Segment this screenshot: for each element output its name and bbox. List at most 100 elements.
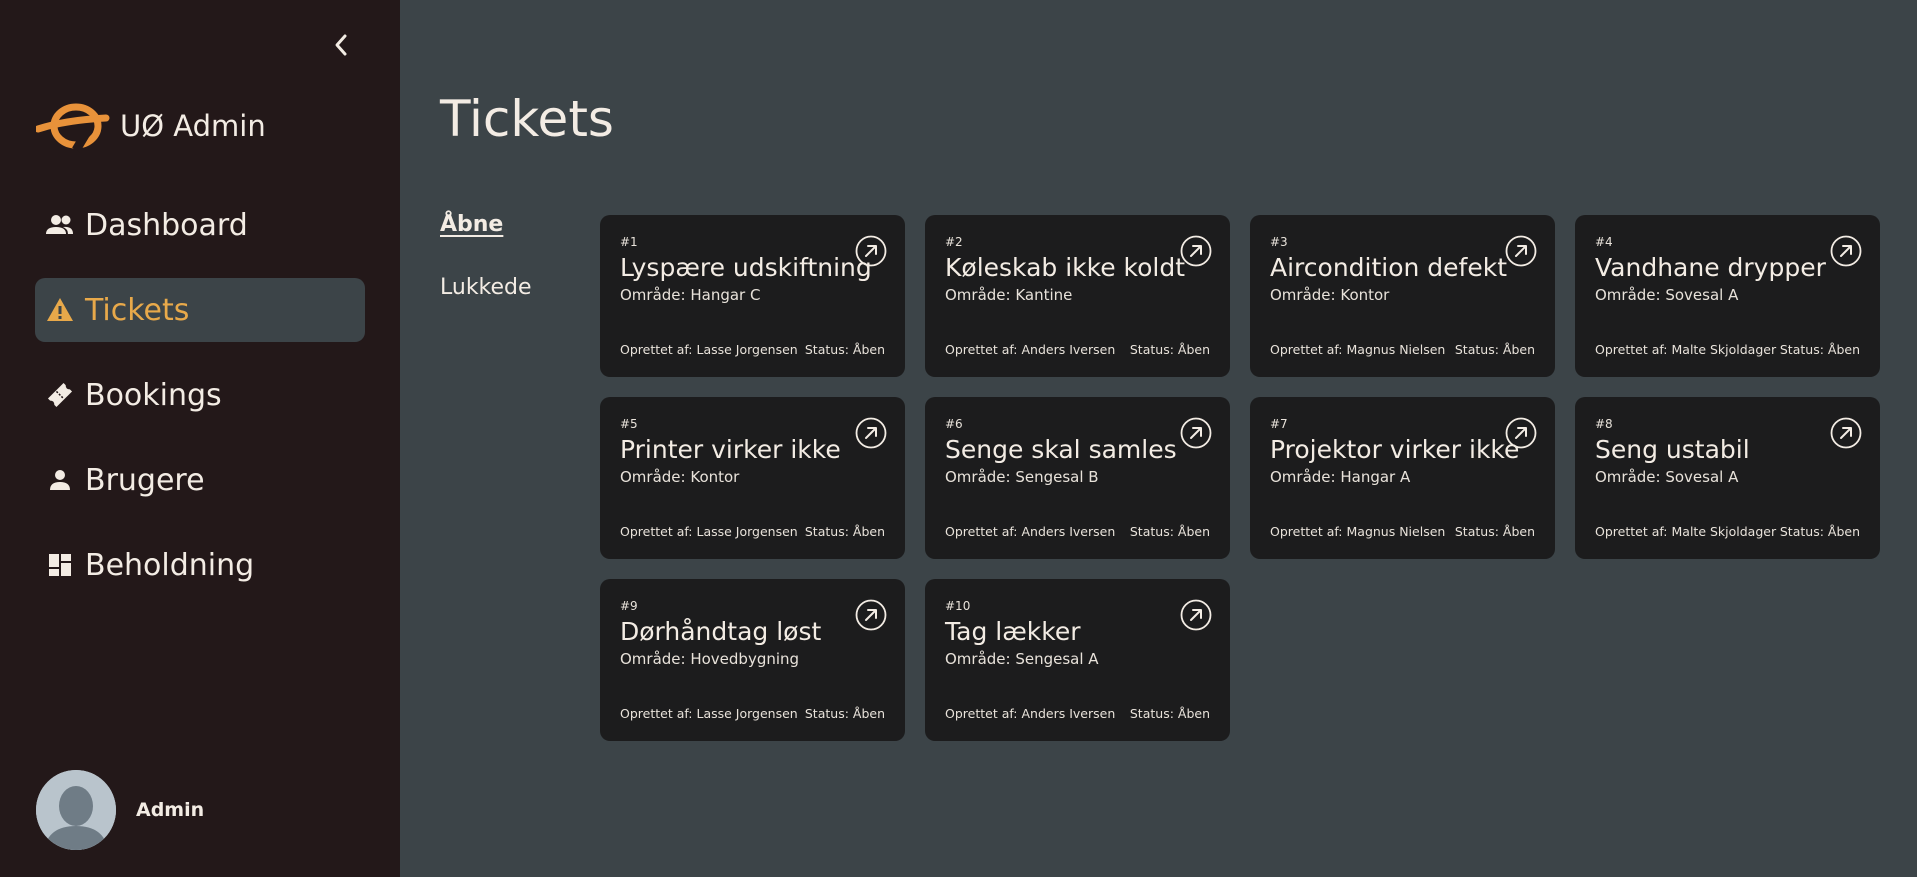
- ticket-creator: Oprettet af: Lasse Jorgensen: [620, 524, 798, 539]
- open-external-icon[interactable]: [1505, 235, 1537, 267]
- ticket-area: Område: Hovedbygning: [620, 650, 800, 668]
- ticket-title: Lyspære udskiftning: [620, 253, 872, 282]
- ticket-title: Seng ustabil: [1595, 435, 1750, 464]
- ticket-number: #7: [1270, 417, 1288, 431]
- open-external-icon[interactable]: [855, 417, 887, 449]
- ticket-meta: Oprettet af: Anders Iversen Status: Åben: [945, 524, 1210, 539]
- open-external-icon[interactable]: [1180, 599, 1212, 631]
- ticket-title: Køleskab ikke koldt: [945, 253, 1186, 282]
- ticket-meta: Oprettet af: Magnus Nielsen Status: Åben: [1270, 524, 1535, 539]
- ticket-creator: Oprettet af: Anders Iversen: [945, 706, 1116, 721]
- ticket-card[interactable]: #4 Vandhane drypper Område: Sovesal A Op…: [1575, 215, 1880, 377]
- ticket-area: Område: Hangar A: [1270, 468, 1411, 486]
- ticket-creator: Oprettet af: Malte Skjoldager: [1595, 524, 1777, 539]
- open-external-icon[interactable]: [855, 235, 887, 267]
- ticket-meta: Oprettet af: Malte Skjoldager Status: Åb…: [1595, 342, 1860, 357]
- ticket-meta: Oprettet af: Magnus Nielsen Status: Åben: [1270, 342, 1535, 357]
- sidebar-item-tickets[interactable]: Tickets: [35, 278, 365, 342]
- user-name: Admin: [136, 799, 205, 821]
- open-external-icon[interactable]: [1505, 417, 1537, 449]
- ticket-grid: #1 Lyspære udskiftning Område: Hangar C …: [600, 215, 1880, 741]
- sidebar-nav: Dashboard Tickets Bookings Brugere Behol…: [35, 208, 365, 618]
- ticket-meta: Oprettet af: Anders Iversen Status: Åben: [945, 342, 1210, 357]
- sidebar-item-label: Beholdning: [85, 547, 255, 583]
- ticket-status: Status: Åben: [1454, 342, 1535, 357]
- ticket-number: #2: [945, 235, 963, 249]
- ticket-creator: Oprettet af: Magnus Nielsen: [1270, 524, 1446, 539]
- ticket-area: Område: Sengesal B: [945, 468, 1099, 486]
- open-external-icon[interactable]: [1180, 417, 1212, 449]
- brand: UØ Admin: [36, 98, 266, 154]
- ticket-number: #10: [945, 599, 971, 613]
- ticket-area: Område: Kontor: [1270, 286, 1390, 304]
- collapse-sidebar-button[interactable]: [326, 30, 356, 60]
- ticket-creator: Oprettet af: Anders Iversen: [945, 342, 1116, 357]
- sidebar-item-label: Bookings: [85, 377, 222, 413]
- ticket-meta: Oprettet af: Lasse Jorgensen Status: Åbe…: [620, 524, 885, 539]
- ticket-card[interactable]: #7 Projektor virker ikke Område: Hangar …: [1250, 397, 1555, 559]
- open-external-icon[interactable]: [855, 599, 887, 631]
- app-root: UØ Admin Dashboard Tickets Bookings Brug…: [0, 0, 1917, 877]
- dashboard-grid-icon: [46, 551, 74, 579]
- ticket-area: Område: Sovesal A: [1595, 468, 1739, 486]
- ticket-area: Område: Sengesal A: [945, 650, 1099, 668]
- ticket-number: #4: [1595, 235, 1613, 249]
- ticket-creator: Oprettet af: Anders Iversen: [945, 524, 1116, 539]
- ticket-card[interactable]: #5 Printer virker ikke Område: Kontor Op…: [600, 397, 905, 559]
- ticket-title: Aircondition defekt: [1270, 253, 1508, 282]
- sidebar-item-label: Dashboard: [85, 207, 248, 243]
- ticket-creator: Oprettet af: Malte Skjoldager: [1595, 342, 1777, 357]
- ticket-card[interactable]: #2 Køleskab ikke koldt Område: Kantine O…: [925, 215, 1230, 377]
- sidebar-item-bookings[interactable]: Bookings: [35, 363, 365, 427]
- avatar: [36, 770, 116, 850]
- ticket-title: Projektor virker ikke: [1270, 435, 1520, 464]
- filter-open[interactable]: Åbne: [440, 212, 532, 237]
- ticket-area: Område: Hangar C: [620, 286, 761, 304]
- ticket-title: Vandhane drypper: [1595, 253, 1826, 282]
- user-profile[interactable]: Admin: [36, 770, 204, 850]
- ticket-status: Status: Åben: [1454, 524, 1535, 539]
- ticket-status: Status: Åben: [1129, 706, 1210, 721]
- ticket-meta: Oprettet af: Malte Skjoldager Status: Åb…: [1595, 524, 1860, 539]
- ticket-status: Status: Åben: [1779, 524, 1860, 539]
- sidebar-item-label: Tickets: [85, 292, 190, 328]
- logo-icon: [36, 103, 110, 153]
- ticket-icon: [46, 381, 74, 409]
- ticket-status: Status: Åben: [804, 706, 885, 721]
- ticket-area: Område: Sovesal A: [1595, 286, 1739, 304]
- ticket-card[interactable]: #3 Aircondition defekt Område: Kontor Op…: [1250, 215, 1555, 377]
- filter-closed[interactable]: Lukkede: [440, 275, 532, 300]
- sidebar-item-brugere[interactable]: Brugere: [35, 448, 365, 512]
- ticket-card[interactable]: #10 Tag lækker Område: Sengesal A Oprett…: [925, 579, 1230, 741]
- ticket-card[interactable]: #1 Lyspære udskiftning Område: Hangar C …: [600, 215, 905, 377]
- sidebar-item-dashboard[interactable]: Dashboard: [35, 193, 365, 257]
- ticket-card[interactable]: #8 Seng ustabil Område: Sovesal A Oprett…: [1575, 397, 1880, 559]
- user-placeholder-icon: [36, 770, 116, 850]
- open-external-icon[interactable]: [1830, 417, 1862, 449]
- ticket-area: Område: Kontor: [620, 468, 740, 486]
- ticket-area: Område: Kantine: [945, 286, 1073, 304]
- sidebar-item-label: Brugere: [85, 462, 205, 498]
- sidebar: UØ Admin Dashboard Tickets Bookings Brug…: [0, 0, 400, 877]
- ticket-title: Tag lækker: [945, 617, 1081, 646]
- ticket-card[interactable]: #9 Dørhåndtag løst Område: Hovedbygning …: [600, 579, 905, 741]
- ticket-meta: Oprettet af: Lasse Jorgensen Status: Åbe…: [620, 342, 885, 357]
- ticket-number: #6: [945, 417, 963, 431]
- open-external-icon[interactable]: [1830, 235, 1862, 267]
- ticket-status: Status: Åben: [1779, 342, 1860, 357]
- ticket-status: Status: Åben: [804, 342, 885, 357]
- ticket-number: #9: [620, 599, 638, 613]
- ticket-number: #5: [620, 417, 638, 431]
- open-external-icon[interactable]: [1180, 235, 1212, 267]
- ticket-number: #3: [1270, 235, 1288, 249]
- chevron-left-icon: [335, 34, 347, 56]
- sidebar-item-beholdning[interactable]: Beholdning: [35, 533, 365, 597]
- ticket-title: Printer virker ikke: [620, 435, 841, 464]
- ticket-creator: Oprettet af: Magnus Nielsen: [1270, 342, 1446, 357]
- ticket-status: Status: Åben: [804, 524, 885, 539]
- ticket-meta: Oprettet af: Lasse Jorgensen Status: Åbe…: [620, 706, 885, 721]
- person-icon: [46, 466, 74, 494]
- ticket-title: Senge skal samles: [945, 435, 1177, 464]
- ticket-card[interactable]: #6 Senge skal samles Område: Sengesal B …: [925, 397, 1230, 559]
- ticket-number: #8: [1595, 417, 1613, 431]
